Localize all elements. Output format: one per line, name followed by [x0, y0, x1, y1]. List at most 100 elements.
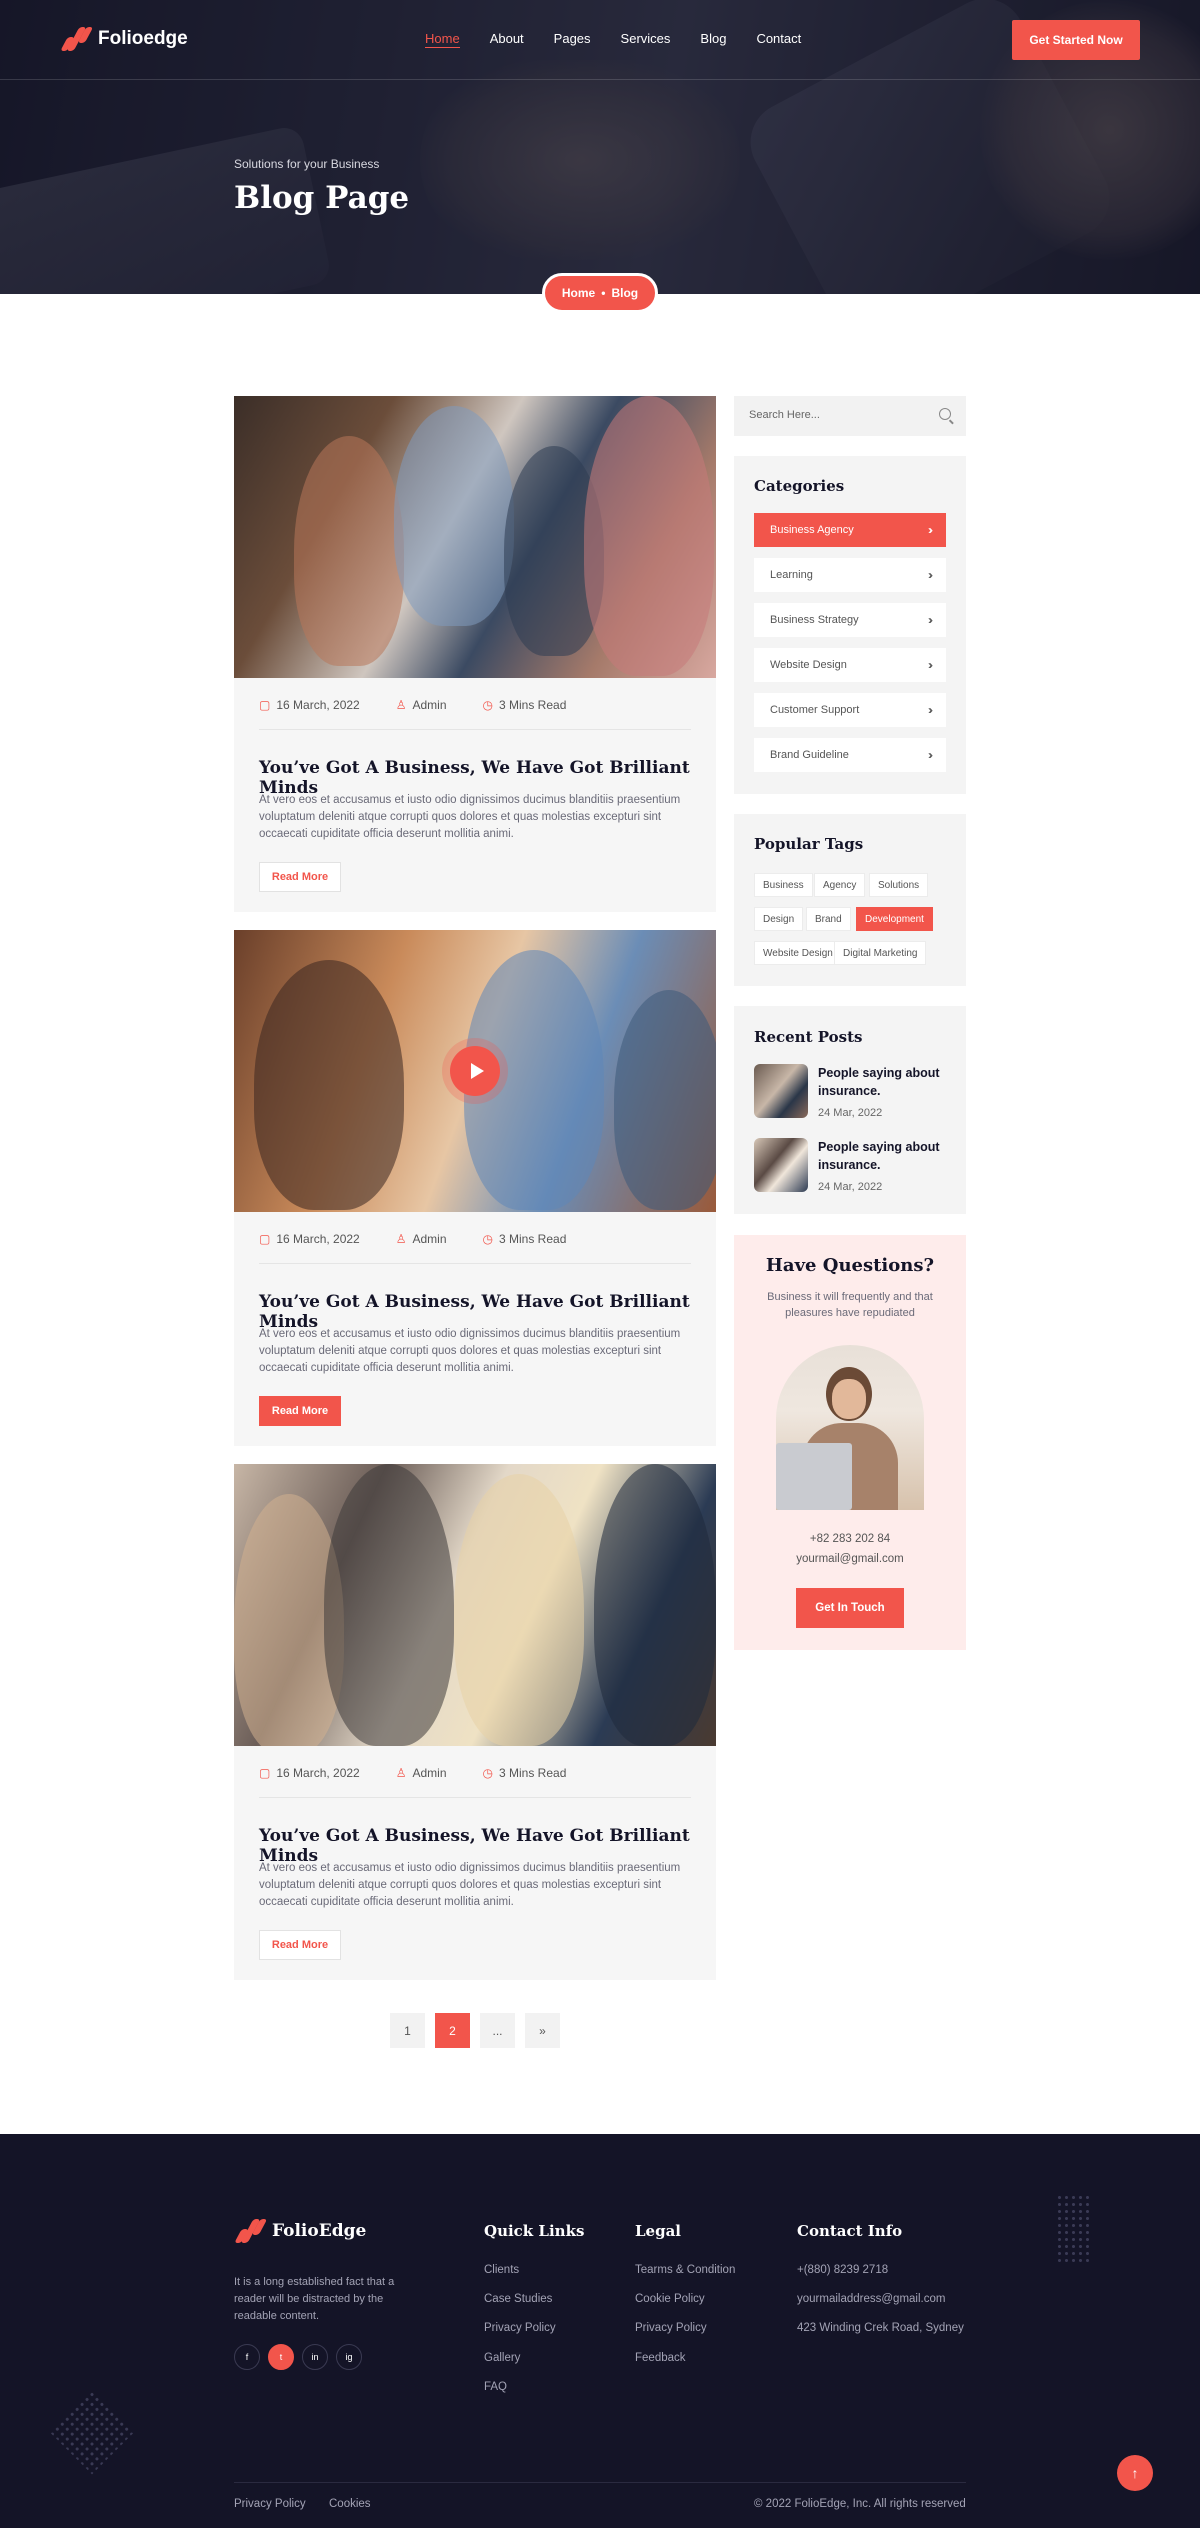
footer-email[interactable]: yourmailaddress@gmail.com — [797, 2293, 945, 2305]
categories-widget: Categories Business Agency ›› Learning ›› … — [734, 456, 966, 794]
widget-title: Categories — [754, 477, 845, 495]
breadcrumb-separator: • — [601, 286, 606, 300]
post-author[interactable]: Admin — [413, 698, 447, 712]
nav-item-contact[interactable]: Contact — [756, 31, 801, 48]
facebook-icon[interactable]: f — [234, 2344, 260, 2370]
tag-item[interactable]: Digital Marketing — [834, 941, 927, 965]
chevron-right-icon: ›› — [928, 703, 933, 717]
recent-post-thumbnail[interactable] — [754, 1138, 808, 1192]
site-logo[interactable]: Folioedge — [60, 26, 188, 52]
chevron-right-icon: ›› — [928, 613, 933, 627]
recent-posts-widget: Recent Posts People saying about insuran… — [734, 1006, 966, 1214]
tag-item[interactable]: Brand — [806, 907, 851, 931]
pagination-page-2[interactable]: 2 — [435, 2013, 470, 2048]
pagination-next-button[interactable]: » — [525, 2013, 560, 2048]
footer-link[interactable]: Cookie Policy — [635, 2293, 705, 2305]
blog-post-card: ▢ 16 March, 2022 ♙ Admin ◷ 3 Mins Read You’… — [234, 930, 716, 1446]
footer-link[interactable]: Clients — [484, 2264, 519, 2276]
footer-phone[interactable]: +(880) 8239 2718 — [797, 2264, 888, 2276]
category-item[interactable]: Brand Guideline ›› — [754, 738, 946, 772]
footer-description: It is a long established fact that a rea… — [234, 2276, 395, 2322]
footer-bottom-link[interactable]: Privacy Policy — [234, 2498, 306, 2510]
pagination-page-1[interactable]: 1 — [390, 2013, 425, 2048]
play-icon — [470, 1063, 484, 1079]
category-item[interactable]: Customer Support ›› — [754, 693, 946, 727]
footer-link[interactable]: FAQ — [484, 2381, 507, 2393]
calendar-icon: ▢ — [259, 698, 271, 712]
clock-icon: ◷ — [482, 1766, 493, 1780]
footer-link[interactable]: Gallery — [484, 2352, 520, 2364]
nav-item-home[interactable]: Home — [425, 31, 460, 48]
popular-tags-widget: Popular Tags Business Agency Solutions D… — [734, 814, 966, 986]
category-label: Learning — [770, 569, 813, 581]
breadcrumb-home-link[interactable]: Home — [562, 286, 595, 300]
twitter-icon[interactable]: t — [268, 2344, 294, 2370]
pagination-ellipsis[interactable]: ... — [480, 2013, 515, 2048]
category-item[interactable]: Learning ›› — [754, 558, 946, 592]
play-video-button[interactable] — [450, 1046, 500, 1096]
post-date: 16 March, 2022 — [276, 1232, 360, 1246]
read-more-button[interactable]: Read More — [259, 1930, 341, 1960]
nav-item-about[interactable]: About — [490, 31, 524, 48]
post-author[interactable]: Admin — [413, 1232, 447, 1246]
footer-link[interactable]: Privacy Policy — [484, 2322, 556, 2334]
post-video-thumbnail[interactable] — [234, 930, 716, 1212]
recent-post-title[interactable]: People saying about insurance. — [818, 1064, 948, 1100]
tag-item[interactable]: Agency — [814, 873, 866, 897]
footer-logo[interactable]: FolioEdge — [234, 2218, 366, 2244]
footer-link[interactable]: Feedback — [635, 2352, 686, 2364]
footer-bottom-link[interactable]: Cookies — [329, 2498, 371, 2510]
read-more-button[interactable]: Read More — [259, 1396, 341, 1426]
post-date: 16 March, 2022 — [276, 698, 360, 712]
footer-column-title: Legal — [635, 2222, 681, 2240]
chevron-right-icon: ›› — [928, 568, 933, 582]
tag-item[interactable]: Development — [856, 907, 933, 931]
linkedin-icon[interactable]: in — [302, 2344, 328, 2370]
recent-post-thumbnail[interactable] — [754, 1064, 808, 1118]
tag-item[interactable]: Solutions — [869, 873, 929, 897]
category-item[interactable]: Business Agency ›› — [754, 513, 946, 547]
category-label: Brand Guideline — [770, 749, 849, 761]
post-excerpt: At vero eos et accusamus et iusto odio d… — [259, 1328, 681, 1374]
user-icon: ♙ — [395, 1766, 407, 1780]
arrow-up-icon: ↑ — [1131, 2465, 1139, 2481]
post-read-time: 3 Mins Read — [499, 1766, 567, 1780]
tag-item[interactable]: Design — [754, 907, 804, 931]
tag-item[interactable]: Business — [754, 873, 813, 897]
search-input[interactable]: Search Here... — [734, 396, 966, 436]
calendar-icon: ▢ — [259, 1766, 271, 1780]
category-item[interactable]: Business Strategy ›› — [754, 603, 946, 637]
copyright-text: © 2022 FolioEdge, Inc. All rights reserv… — [754, 2498, 966, 2510]
recent-post-title[interactable]: People saying about insurance. — [818, 1138, 948, 1174]
footer-address: 423 Winding Crek Road, Sydney — [797, 2322, 964, 2334]
logo-text: Folioedge — [98, 28, 188, 49]
footer-link[interactable]: Tearms & Condition — [635, 2264, 735, 2276]
nav-item-blog[interactable]: Blog — [700, 31, 726, 48]
get-started-button[interactable]: Get Started Now — [1012, 20, 1140, 60]
post-image[interactable] — [234, 396, 716, 678]
footer-link[interactable]: Case Studies — [484, 2293, 552, 2305]
widget-description: Business it will frequently and that ple… — [767, 1291, 933, 1319]
search-icon[interactable] — [939, 408, 951, 420]
contact-phone[interactable]: +82 283 202 84 — [734, 1533, 966, 1545]
scroll-to-top-button[interactable]: ↑ — [1117, 2455, 1153, 2491]
chevron-right-icon: ›› — [928, 658, 933, 672]
decorative-dots — [49, 2389, 135, 2475]
category-label: Website Design — [770, 659, 847, 671]
chevron-right-icon: ›› — [928, 523, 933, 537]
divider — [259, 729, 691, 730]
nav-item-pages[interactable]: Pages — [554, 31, 591, 48]
tag-item[interactable]: Website Design — [754, 941, 842, 965]
read-more-button[interactable]: Read More — [259, 862, 341, 892]
divider — [259, 1263, 691, 1264]
divider — [259, 1797, 691, 1798]
get-in-touch-button[interactable]: Get In Touch — [796, 1588, 904, 1628]
post-image[interactable] — [234, 1464, 716, 1746]
category-item[interactable]: Website Design ›› — [754, 648, 946, 682]
footer-link[interactable]: Privacy Policy — [635, 2322, 707, 2334]
contact-email[interactable]: yourmail@gmail.com — [734, 1553, 966, 1565]
instagram-icon[interactable]: ig — [336, 2344, 362, 2370]
hero-subtitle: Solutions for your Business — [234, 157, 380, 171]
post-author[interactable]: Admin — [413, 1766, 447, 1780]
nav-item-services[interactable]: Services — [621, 31, 671, 48]
